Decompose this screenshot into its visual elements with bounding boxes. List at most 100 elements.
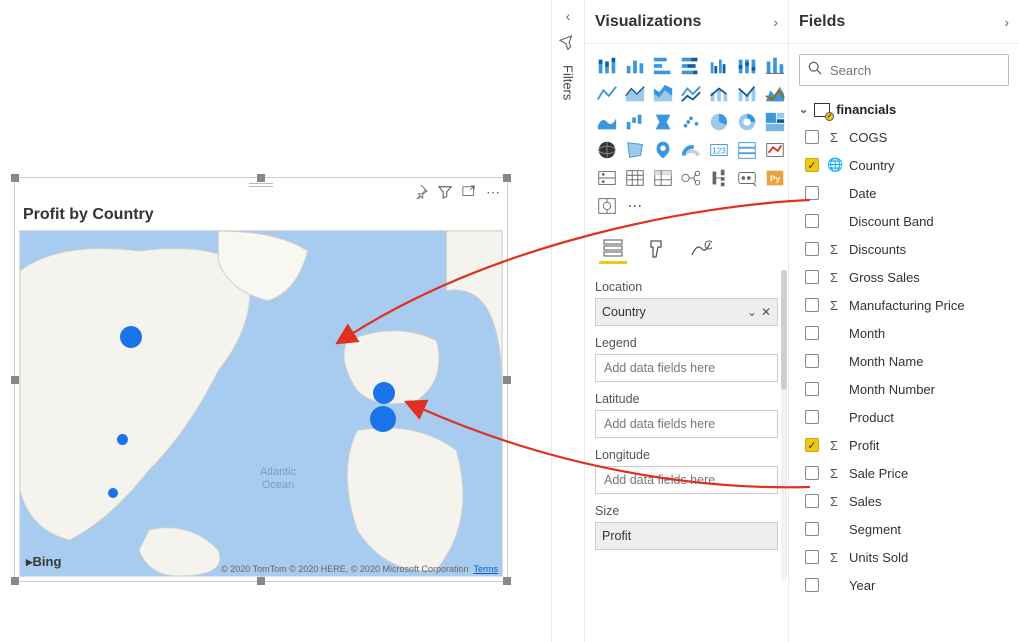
field-checkbox[interactable] <box>805 494 819 508</box>
field-item[interactable]: ΣCOGS <box>797 123 1011 151</box>
viz-type-icon[interactable] <box>595 166 619 190</box>
map-bubble[interactable] <box>120 326 142 348</box>
viz-type-icon[interactable] <box>595 138 619 162</box>
field-checkbox[interactable] <box>805 522 819 536</box>
viz-type-icon[interactable] <box>707 166 731 190</box>
map-bubble[interactable] <box>373 382 395 404</box>
field-item[interactable]: ✓🌐Country <box>797 151 1011 179</box>
field-checkbox[interactable]: ✓ <box>805 438 819 452</box>
scrollbar[interactable] <box>781 270 787 580</box>
field-item[interactable]: ΣSales <box>797 487 1011 515</box>
viz-type-icon[interactable] <box>679 82 703 106</box>
chevron-down-icon[interactable]: ⌄ <box>747 305 757 319</box>
collapse-viz-icon[interactable]: › <box>773 14 778 30</box>
viz-type-icon[interactable] <box>679 110 703 134</box>
field-checkbox[interactable] <box>805 214 819 228</box>
pin-icon[interactable] <box>413 184 429 200</box>
viz-type-icon[interactable] <box>679 166 703 190</box>
viz-type-icon[interactable] <box>651 82 675 106</box>
viz-type-icon[interactable] <box>595 82 619 106</box>
report-canvas[interactable]: ⋯ Profit by Country <box>0 0 551 642</box>
field-checkbox[interactable] <box>805 186 819 200</box>
viz-type-icon[interactable] <box>595 110 619 134</box>
viz-type-icon[interactable] <box>735 138 759 162</box>
field-item[interactable]: Date <box>797 179 1011 207</box>
resize-handle[interactable] <box>11 376 19 384</box>
viz-type-icon[interactable] <box>763 82 787 106</box>
analytics-tab[interactable] <box>687 234 715 264</box>
field-item[interactable]: Segment <box>797 515 1011 543</box>
resize-handle[interactable] <box>11 174 19 182</box>
field-checkbox[interactable] <box>805 242 819 256</box>
field-checkbox[interactable] <box>805 270 819 284</box>
viz-type-icon[interactable] <box>763 138 787 162</box>
viz-type-icon[interactable] <box>707 54 731 78</box>
size-well[interactable]: Profit <box>595 522 778 550</box>
field-checkbox[interactable] <box>805 130 819 144</box>
legend-well[interactable]: Add data fields here <box>595 354 778 382</box>
search-input[interactable] <box>830 63 1006 78</box>
field-checkbox[interactable] <box>805 466 819 480</box>
resize-handle[interactable] <box>503 577 511 585</box>
viz-type-icon[interactable] <box>651 166 675 190</box>
viz-type-icon[interactable] <box>735 166 759 190</box>
viz-type-icon[interactable] <box>651 110 675 134</box>
field-item[interactable]: ΣUnits Sold <box>797 543 1011 571</box>
field-checkbox[interactable] <box>805 410 819 424</box>
longitude-well[interactable]: Add data fields here <box>595 466 778 494</box>
focus-mode-icon[interactable] <box>461 184 477 200</box>
format-tab[interactable] <box>643 234 671 264</box>
viz-type-icon[interactable] <box>679 138 703 162</box>
field-checkbox[interactable] <box>805 298 819 312</box>
field-item[interactable]: Month Name <box>797 347 1011 375</box>
resize-handle[interactable] <box>503 174 511 182</box>
resize-handle[interactable] <box>503 376 511 384</box>
field-item[interactable]: ΣSale Price <box>797 459 1011 487</box>
fields-search[interactable] <box>799 54 1009 86</box>
resize-handle[interactable] <box>257 577 265 585</box>
field-checkbox[interactable]: ✓ <box>805 158 819 172</box>
viz-type-icon[interactable] <box>623 110 647 134</box>
field-item[interactable]: Month Number <box>797 375 1011 403</box>
field-item[interactable]: ΣDiscounts <box>797 235 1011 263</box>
field-checkbox[interactable] <box>805 382 819 396</box>
field-item[interactable]: ΣGross Sales <box>797 263 1011 291</box>
field-item[interactable]: ΣManufacturing Price <box>797 291 1011 319</box>
drag-grip[interactable] <box>249 183 273 187</box>
field-checkbox[interactable] <box>805 354 819 368</box>
map-area[interactable]: Atlantic Ocean ▸Bing © 2020 TomTom © 202… <box>19 230 503 577</box>
expand-filters-icon[interactable]: ‹ <box>566 8 571 24</box>
viz-type-icon[interactable] <box>763 54 787 78</box>
terms-link[interactable]: Terms <box>474 564 499 574</box>
map-visual[interactable]: ⋯ Profit by Country <box>14 177 508 582</box>
viz-type-icon[interactable] <box>651 54 675 78</box>
viz-type-icon[interactable]: Py <box>763 166 787 190</box>
viz-type-icon[interactable] <box>735 82 759 106</box>
field-item[interactable]: Month <box>797 319 1011 347</box>
field-checkbox[interactable] <box>805 326 819 340</box>
remove-field-icon[interactable]: ✕ <box>761 305 771 319</box>
more-options-icon[interactable]: ⋯ <box>485 184 501 200</box>
viz-type-icon[interactable] <box>623 54 647 78</box>
collapse-fields-icon[interactable]: › <box>1004 14 1009 30</box>
field-item[interactable]: ✓ΣProfit <box>797 431 1011 459</box>
viz-type-icon[interactable]: 123 <box>707 138 731 162</box>
viz-type-icon[interactable] <box>679 54 703 78</box>
viz-type-icon[interactable] <box>595 54 619 78</box>
field-item[interactable]: Product <box>797 403 1011 431</box>
viz-type-icon[interactable] <box>651 138 675 162</box>
fields-tab[interactable] <box>599 234 627 264</box>
table-financials[interactable]: ⌄ ✓ financials <box>789 96 1019 123</box>
map-bubble[interactable] <box>370 406 396 432</box>
field-item[interactable]: Discount Band <box>797 207 1011 235</box>
viz-type-icon[interactable] <box>735 110 759 134</box>
field-checkbox[interactable] <box>805 550 819 564</box>
resize-handle[interactable] <box>257 174 265 182</box>
field-item[interactable]: Year <box>797 571 1011 599</box>
viz-type-icon[interactable] <box>623 138 647 162</box>
viz-type-icon[interactable]: ⋯ <box>623 194 647 218</box>
viz-type-icon[interactable] <box>763 110 787 134</box>
latitude-well[interactable]: Add data fields here <box>595 410 778 438</box>
filter-icon[interactable] <box>437 184 453 200</box>
viz-type-icon[interactable] <box>707 82 731 106</box>
